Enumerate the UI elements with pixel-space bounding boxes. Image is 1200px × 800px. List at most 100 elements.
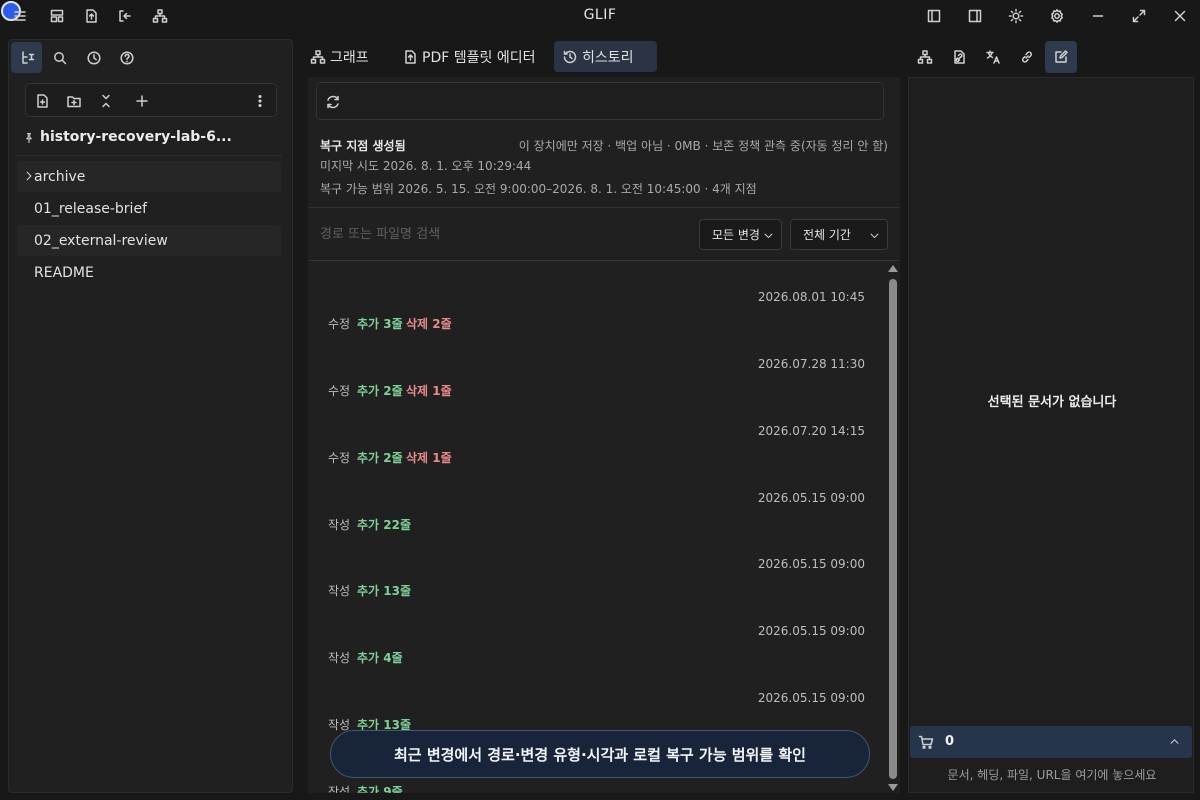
history-entry[interactable]: 2026.05.15 09:00 작성 추가 22줄 — [308, 473, 886, 540]
tree-file-release-brief[interactable]: 01_release-brief — [17, 193, 281, 224]
tab-edit[interactable] — [1045, 41, 1077, 73]
history-entry[interactable]: 2026.05.15 09:00 작성 추가 13줄 — [308, 539, 886, 606]
chevron-down-icon — [870, 233, 879, 239]
hierarchy-icon — [917, 50, 933, 64]
tab-history[interactable]: 히스토리 — [554, 41, 657, 72]
entry-added: 추가 3줄 — [357, 317, 403, 331]
help-icon — [119, 50, 134, 65]
translate-icon — [986, 50, 1000, 64]
entry-added: 추가 9줄 — [357, 785, 403, 793]
scroll-up-arrow[interactable] — [888, 265, 898, 272]
search-icon — [53, 51, 66, 64]
cart-count: 0 — [945, 734, 955, 749]
history-entry[interactable]: 2026.08.01 10:45 수정 추가 3줄 삭제 2줄 — [308, 272, 886, 339]
left-sidebar-icon[interactable] — [922, 4, 946, 28]
entry-kind: 작성 — [328, 518, 351, 532]
history-entry[interactable]: 2026.07.28 11:30 수정 추가 2줄 삭제 1줄 — [308, 339, 886, 406]
tab-translate[interactable] — [977, 41, 1009, 73]
tree-file-external-review[interactable]: 02_external-review — [17, 225, 281, 256]
divider — [308, 260, 900, 261]
link-icon — [1021, 51, 1033, 63]
tab-graph[interactable]: 그래프 — [302, 41, 377, 72]
period-select[interactable]: 전체 기간 — [790, 219, 888, 250]
tree-item-label: 02_external-review — [34, 232, 168, 249]
tab-help[interactable] — [111, 42, 142, 73]
change-type-select[interactable]: 모든 변경 — [699, 219, 782, 250]
file-tree-icon — [21, 50, 34, 64]
entry-added: 추가 2줄 — [357, 451, 403, 465]
empty-state-message: 선택된 문서가 없습니다 — [987, 395, 1117, 410]
chevron-right-icon — [26, 171, 32, 181]
history-icon — [86, 50, 101, 65]
entry-added: 추가 13줄 — [357, 584, 411, 598]
entry-date: 2026.05.15 09:00 — [757, 491, 865, 505]
entry-added: 추가 22줄 — [357, 518, 411, 532]
history-entry[interactable]: 2026.07.20 14:15 수정 추가 2줄 삭제 1줄 — [308, 406, 886, 473]
minimize-icon[interactable] — [1086, 4, 1110, 28]
entry-date: 2026.07.28 11:30 — [757, 357, 865, 371]
entry-date: 2026.07.20 14:15 — [757, 424, 865, 438]
pin-icon — [26, 132, 32, 144]
center-tab-bar: 그래프 PDF 템플릿 에디터 히스토리 — [300, 39, 900, 75]
entry-date: 2026.05.15 09:00 — [757, 624, 865, 638]
storage-policy-text: 이 장치에만 저장 · 백업 아님 · 0MB · 보존 정책 관측 중(자동 … — [518, 139, 888, 153]
entry-kind: 수정 — [328, 451, 351, 465]
scroll-down-arrow[interactable] — [888, 784, 898, 791]
entry-deleted: 삭제 1줄 — [406, 384, 452, 398]
add-icon[interactable] — [133, 92, 151, 110]
right-sidebar: 선택된 문서가 없습니다 0 문서, 헤딩, 파일, URL을 여기에 놓으세요 — [908, 77, 1194, 793]
vault-name[interactable]: history-recovery-lab-6... — [40, 129, 232, 145]
theme-icon[interactable] — [1004, 4, 1028, 28]
hint-toast: 최근 변경에서 경로·변경 유형·시각과 로컬 복구 가능 범위를 확인 — [330, 730, 870, 778]
search-input[interactable] — [320, 223, 680, 245]
new-folder-icon[interactable] — [65, 92, 83, 110]
tab-history[interactable] — [78, 42, 109, 73]
file-toolbar — [25, 83, 277, 117]
left-sidebar: history-recovery-lab-6... archive 01_rel… — [8, 39, 293, 793]
entry-deleted: 삭제 1줄 — [406, 451, 452, 465]
history-icon — [563, 50, 577, 63]
divider — [308, 207, 900, 208]
more-icon[interactable] — [251, 92, 269, 110]
recovery-range-text: 복구 가능 범위 2026. 5. 15. 오전 9:00:00–2026. 8… — [320, 182, 757, 196]
divider — [17, 155, 282, 156]
tree-item-label: README — [34, 264, 94, 281]
refresh-icon[interactable] — [325, 94, 341, 110]
history-panel: 복구 지점 생성됨 이 장치에만 저장 · 백업 아님 · 0MB · 보존 정… — [308, 77, 900, 793]
status-title: 복구 지점 생성됨 — [320, 139, 406, 153]
drop-zone-hint: 문서, 헤딩, 파일, URL을 여기에 놓으세요 — [947, 768, 1157, 782]
maximize-icon[interactable] — [1127, 4, 1151, 28]
graph-icon — [310, 49, 326, 64]
entry-added: 추가 2줄 — [357, 384, 403, 398]
pdf-template-icon — [405, 49, 416, 64]
cart-bar[interactable]: 0 — [910, 726, 1192, 758]
tab-file-tree[interactable] — [11, 42, 42, 73]
right-sidebar-icon[interactable] — [963, 4, 987, 28]
history-scrollbar[interactable] — [886, 263, 900, 793]
title-bar: GLIF — [0, 0, 1200, 32]
history-list: 2026.08.01 10:45 수정 추가 3줄 삭제 2줄 2026.07.… — [308, 263, 886, 793]
chevron-down-icon — [764, 233, 773, 239]
new-file-icon[interactable] — [33, 92, 51, 110]
refresh-bar — [316, 82, 884, 120]
cart-icon — [918, 735, 934, 749]
tab-links[interactable] — [1011, 41, 1043, 73]
scroll-thumb[interactable] — [889, 279, 897, 779]
tree-item-label: 01_release-brief — [34, 200, 147, 217]
settings-icon[interactable] — [1045, 4, 1069, 28]
entry-added: 추가 4줄 — [357, 651, 403, 665]
tree-file-readme[interactable]: README — [17, 257, 281, 288]
collapse-icon[interactable] — [97, 92, 115, 110]
select-value: 모든 변경 — [712, 228, 760, 242]
entry-date: 2026.05.15 09:00 — [757, 557, 865, 571]
entry-kind: 작성 — [328, 584, 351, 598]
tab-search[interactable] — [44, 42, 75, 73]
tab-outline[interactable] — [909, 41, 941, 73]
tab-label: 히스토리 — [582, 49, 634, 66]
tab-pdf-template-editor[interactable]: PDF 템플릿 에디터 — [394, 41, 543, 72]
history-entry[interactable]: 2026.05.15 09:00 작성 추가 4줄 — [308, 606, 886, 673]
close-icon[interactable] — [1168, 4, 1192, 28]
chevron-up-icon[interactable] — [1169, 736, 1180, 747]
tab-backlinks[interactable] — [943, 41, 975, 73]
tree-folder-archive[interactable]: archive — [17, 161, 281, 192]
